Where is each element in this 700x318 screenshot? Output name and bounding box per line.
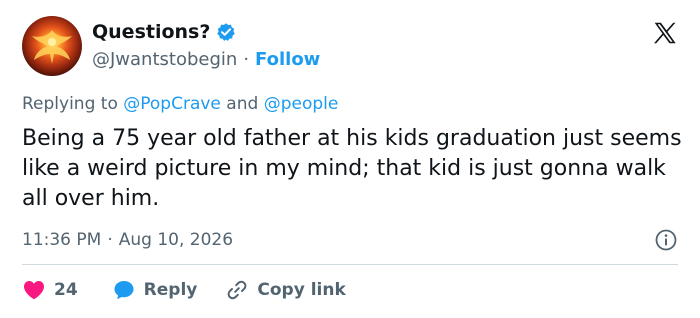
reply-context: Replying to @PopCrave and @people	[22, 92, 338, 116]
info-icon[interactable]	[654, 228, 678, 252]
heart-icon	[24, 281, 44, 300]
like-button[interactable]: 24	[22, 278, 78, 302]
like-count: 24	[54, 280, 78, 300]
verified-badge-icon	[217, 23, 236, 41]
tweet-card: Questions? @Jwantstobegin · Follow Reply…	[0, 0, 700, 318]
mention-people[interactable]: @people	[264, 94, 339, 114]
tweet-text: Being a 75 year old father at his kids g…	[22, 126, 682, 211]
handle-separator: ·	[243, 49, 250, 70]
copy-link-button[interactable]: Copy link	[225, 278, 346, 302]
reply-bubble-icon	[114, 281, 134, 300]
display-name[interactable]: Questions?	[92, 20, 210, 44]
x-logo-icon[interactable]	[652, 20, 678, 46]
divider	[22, 264, 678, 265]
reply-label: Reply	[143, 280, 198, 300]
timestamp-separator: ·	[107, 230, 113, 250]
author-handle[interactable]: @Jwantstobegin	[92, 48, 237, 72]
tweet-timestamp[interactable]: 11:36 PM · Aug 10, 2026	[22, 228, 233, 252]
reply-context-conjunction: and	[226, 94, 259, 114]
reply-button[interactable]: Reply	[112, 278, 198, 302]
tweet-date: Aug 10, 2026	[118, 230, 234, 250]
copy-link-label: Copy link	[257, 280, 346, 300]
author-name-row: Questions?	[92, 20, 236, 44]
action-bar: 24 Reply Copy link	[22, 276, 346, 304]
tweet-time: 11:36 PM	[22, 230, 102, 250]
phoenix-avatar-art	[32, 30, 72, 64]
mention-popcrave[interactable]: @PopCrave	[123, 94, 221, 114]
reply-context-prefix: Replying to	[22, 94, 118, 114]
author-handle-row: @Jwantstobegin · Follow	[92, 48, 320, 72]
link-icon	[227, 280, 247, 300]
follow-button[interactable]: Follow	[255, 48, 320, 72]
avatar[interactable]	[22, 16, 82, 76]
